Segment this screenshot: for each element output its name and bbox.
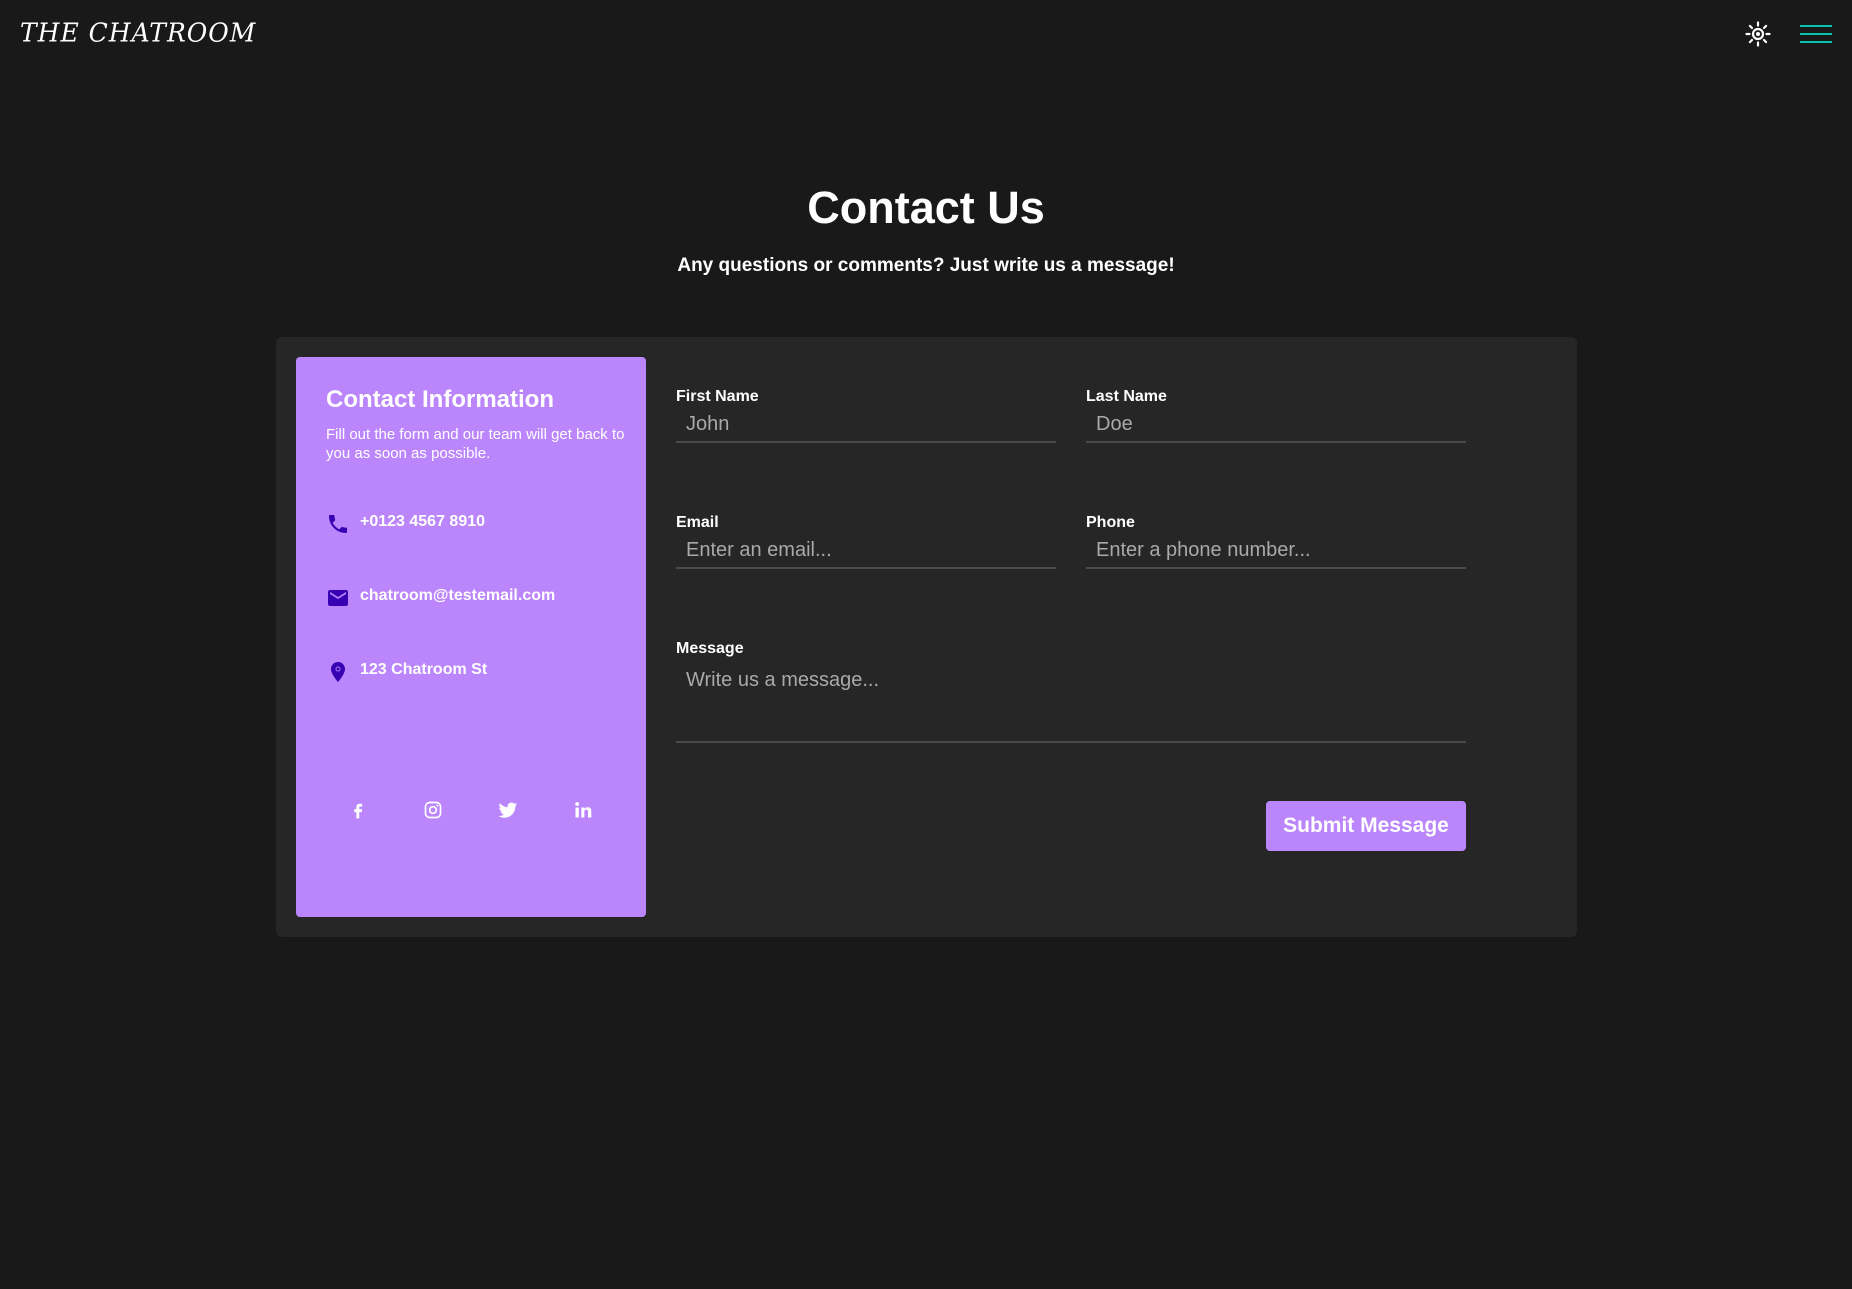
site-logo[interactable]: THE CHATROOM (20, 17, 256, 47)
sun-icon (1745, 21, 1771, 47)
menu-button[interactable] (1800, 22, 1832, 46)
top-navigation-bar: THE CHATROOM (0, 0, 1852, 70)
linkedin-icon (575, 802, 592, 818)
first-name-label: First Name (676, 388, 759, 405)
message-textarea[interactable] (676, 655, 1466, 743)
facebook-link[interactable] (345, 797, 371, 823)
theme-toggle-button[interactable] (1744, 20, 1772, 48)
last-name-input[interactable] (1086, 407, 1466, 443)
contact-email-row: chatroom@testemail.com (326, 585, 555, 611)
twitter-icon (498, 802, 518, 818)
instagram-icon (424, 801, 442, 819)
page-subtitle: Any questions or comments? Just write us… (677, 255, 1175, 276)
contact-card: Contact Information Fill out the form an… (276, 337, 1577, 937)
twitter-link[interactable] (495, 797, 521, 823)
first-name-input[interactable] (676, 407, 1056, 443)
last-name-label: Last Name (1086, 388, 1167, 405)
contact-information-title: Contact Information (326, 386, 554, 413)
mail-icon (328, 590, 348, 606)
submit-message-button[interactable]: Submit Message (1266, 801, 1466, 851)
contact-phone-row: +0123 4567 8910 (326, 511, 485, 537)
phone-label: Phone (1086, 514, 1135, 531)
contact-address-row: 123 Chatroom St (326, 659, 487, 685)
email-label: Email (676, 514, 719, 531)
contact-information-panel: Contact Information Fill out the form an… (296, 357, 646, 917)
phone-input[interactable] (1086, 533, 1466, 569)
contact-address: 123 Chatroom St (360, 661, 488, 678)
social-links (296, 797, 646, 827)
page-title: Contact Us (807, 182, 1045, 233)
linkedin-link[interactable] (570, 797, 596, 823)
location-pin-icon (331, 662, 345, 682)
contact-email[interactable]: chatroom@testemail.com (360, 587, 555, 605)
instagram-link[interactable] (420, 797, 446, 823)
facebook-icon (354, 803, 363, 819)
contact-information-description: Fill out the form and our team will get … (326, 426, 625, 462)
email-input[interactable] (676, 533, 1056, 569)
phone-icon (329, 515, 347, 533)
contact-phone[interactable]: +0123 4567 8910 (360, 513, 485, 531)
hamburger-menu-icon (1800, 25, 1832, 43)
